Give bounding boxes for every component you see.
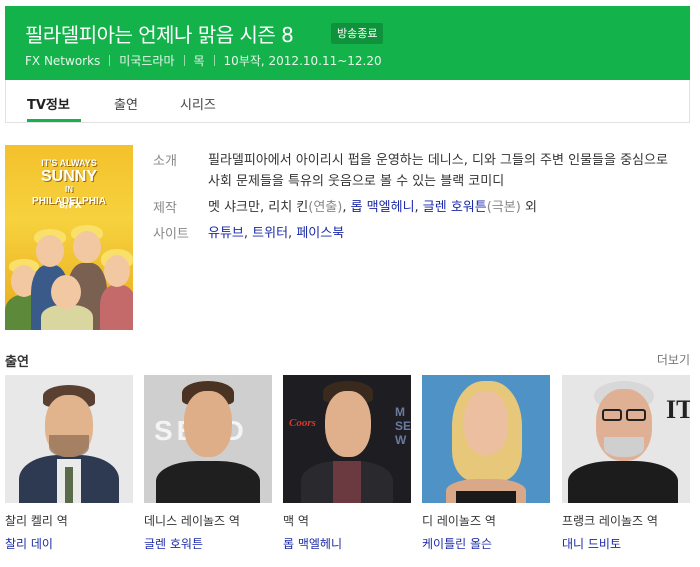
meta-genre: 미국드라마: [119, 54, 175, 68]
cast-card[interactable]: 디 레이놀즈 역 케이틀린 올슨: [422, 375, 550, 552]
director-role: (연출): [308, 200, 343, 215]
site-label: 사이트: [153, 227, 189, 242]
cast-photo[interactable]: [422, 375, 550, 503]
tab-cast[interactable]: 출연: [114, 94, 138, 113]
cast-section-header: 출연 더보기: [5, 351, 690, 370]
production-credits: 멧 샤크만, 리치 킨(연출), 롭 맥엘헤니, 글렌 호워튼(극본) 외: [208, 200, 537, 215]
more-link[interactable]: 더보기: [657, 351, 690, 368]
poster-figure: [36, 235, 64, 267]
cast-photo[interactable]: SEAD: [144, 375, 272, 503]
program-meta: FX Networks 미국드라마 목 10부작, 2012.10.11~12.…: [25, 52, 382, 69]
status-badge: 방송종료: [331, 23, 384, 44]
cast-actor-link[interactable]: 대니 드비토: [562, 535, 690, 552]
cast-actor-link[interactable]: 롭 맥엘헤니: [283, 535, 411, 552]
active-tab-indicator: [27, 119, 81, 122]
cast-role: 디 레이놀즈 역: [422, 514, 496, 528]
cast-card[interactable]: 찰리 켈리 역 찰리 데이: [5, 375, 133, 552]
tab-tv-info[interactable]: TV정보: [27, 94, 70, 113]
program-header: 필라델피아는 언제나 맑음 시즌 8 방송종료 FX Networks 미국드라…: [5, 6, 690, 80]
site-row: 사이트 유튜브, 트위터, 페이스북: [153, 223, 683, 244]
cast-card[interactable]: IT 프랭크 레이놀즈 역 대니 드비토: [562, 375, 690, 552]
writer-link-glenn[interactable]: 글렌 호워튼: [423, 200, 487, 215]
production-label: 제작: [153, 201, 177, 216]
director-names: 멧 샤크만, 리치 킨: [208, 200, 309, 215]
cast-role: 프랭크 레이놀즈 역: [562, 514, 658, 528]
site-links: 유튜브, 트위터, 페이스북: [208, 226, 345, 241]
cast-card[interactable]: SEAD 데니스 레이놀즈 역 글렌 호워튼: [144, 375, 272, 552]
poster-image[interactable]: IT'S ALWAYS SUNNY IN PHILADELPHIA 8/FX: [5, 145, 133, 330]
cast-heading: 출연: [5, 355, 29, 370]
cast-role: 맥 역: [283, 514, 309, 528]
production-row: 제작 멧 샤크만, 리치 킨(연출), 롭 맥엘헤니, 글렌 호워튼(극본) 외: [153, 197, 683, 218]
meta-divider: [213, 55, 215, 66]
meta-airday: 목: [193, 54, 205, 68]
poster-figure: [104, 255, 130, 287]
site-link-youtube[interactable]: 유튜브: [208, 226, 244, 241]
production-suffix: 외: [520, 200, 537, 215]
writer-link-rob[interactable]: 롭 맥엘헤니: [351, 200, 415, 215]
cast-role: 데니스 레이놀즈 역: [144, 514, 240, 528]
intro-row: 소개 필라델피아에서 아이리시 펍을 운영하는 데니스, 디와 그들의 주변 인…: [153, 150, 683, 192]
program-info: 소개 필라델피아에서 아이리시 펍을 운영하는 데니스, 디와 그들의 주변 인…: [153, 150, 683, 249]
program-title[interactable]: 필라델피아는 언제나 맑음 시즌 8: [25, 19, 294, 48]
poster-network-logo: 8/FX: [59, 201, 82, 211]
meta-divider: [109, 55, 111, 66]
meta-episodes-dates: 10부작, 2012.10.11~12.20: [223, 54, 382, 68]
cast-actor-link[interactable]: 케이틀린 올슨: [422, 535, 550, 552]
poster-figure: [100, 285, 133, 330]
cast-photo[interactable]: Coors M SE W: [283, 375, 411, 503]
cast-actor-link[interactable]: 글렌 호워튼: [144, 535, 272, 552]
poster-figure: [73, 231, 101, 263]
intro-text: 필라델피아에서 아이리시 펍을 운영하는 데니스, 디와 그들의 주변 인물들을…: [208, 153, 668, 189]
poster-figure: [51, 275, 81, 309]
cast-photo[interactable]: [5, 375, 133, 503]
intro-label: 소개: [153, 154, 177, 169]
cast-photo[interactable]: IT: [562, 375, 690, 503]
meta-divider: [183, 55, 185, 66]
meta-network[interactable]: FX Networks: [25, 54, 100, 68]
cast-role: 찰리 켈리 역: [5, 514, 68, 528]
tab-series[interactable]: 시리즈: [180, 94, 216, 113]
site-link-facebook[interactable]: 페이스북: [296, 226, 344, 241]
cast-card[interactable]: Coors M SE W 맥 역 롭 맥엘헤니: [283, 375, 411, 552]
tab-bar: TV정보 출연 시리즈: [5, 80, 690, 123]
writer-role: (극본): [486, 200, 521, 215]
site-link-twitter[interactable]: 트위터: [252, 226, 288, 241]
cast-actor-link[interactable]: 찰리 데이: [5, 535, 133, 552]
